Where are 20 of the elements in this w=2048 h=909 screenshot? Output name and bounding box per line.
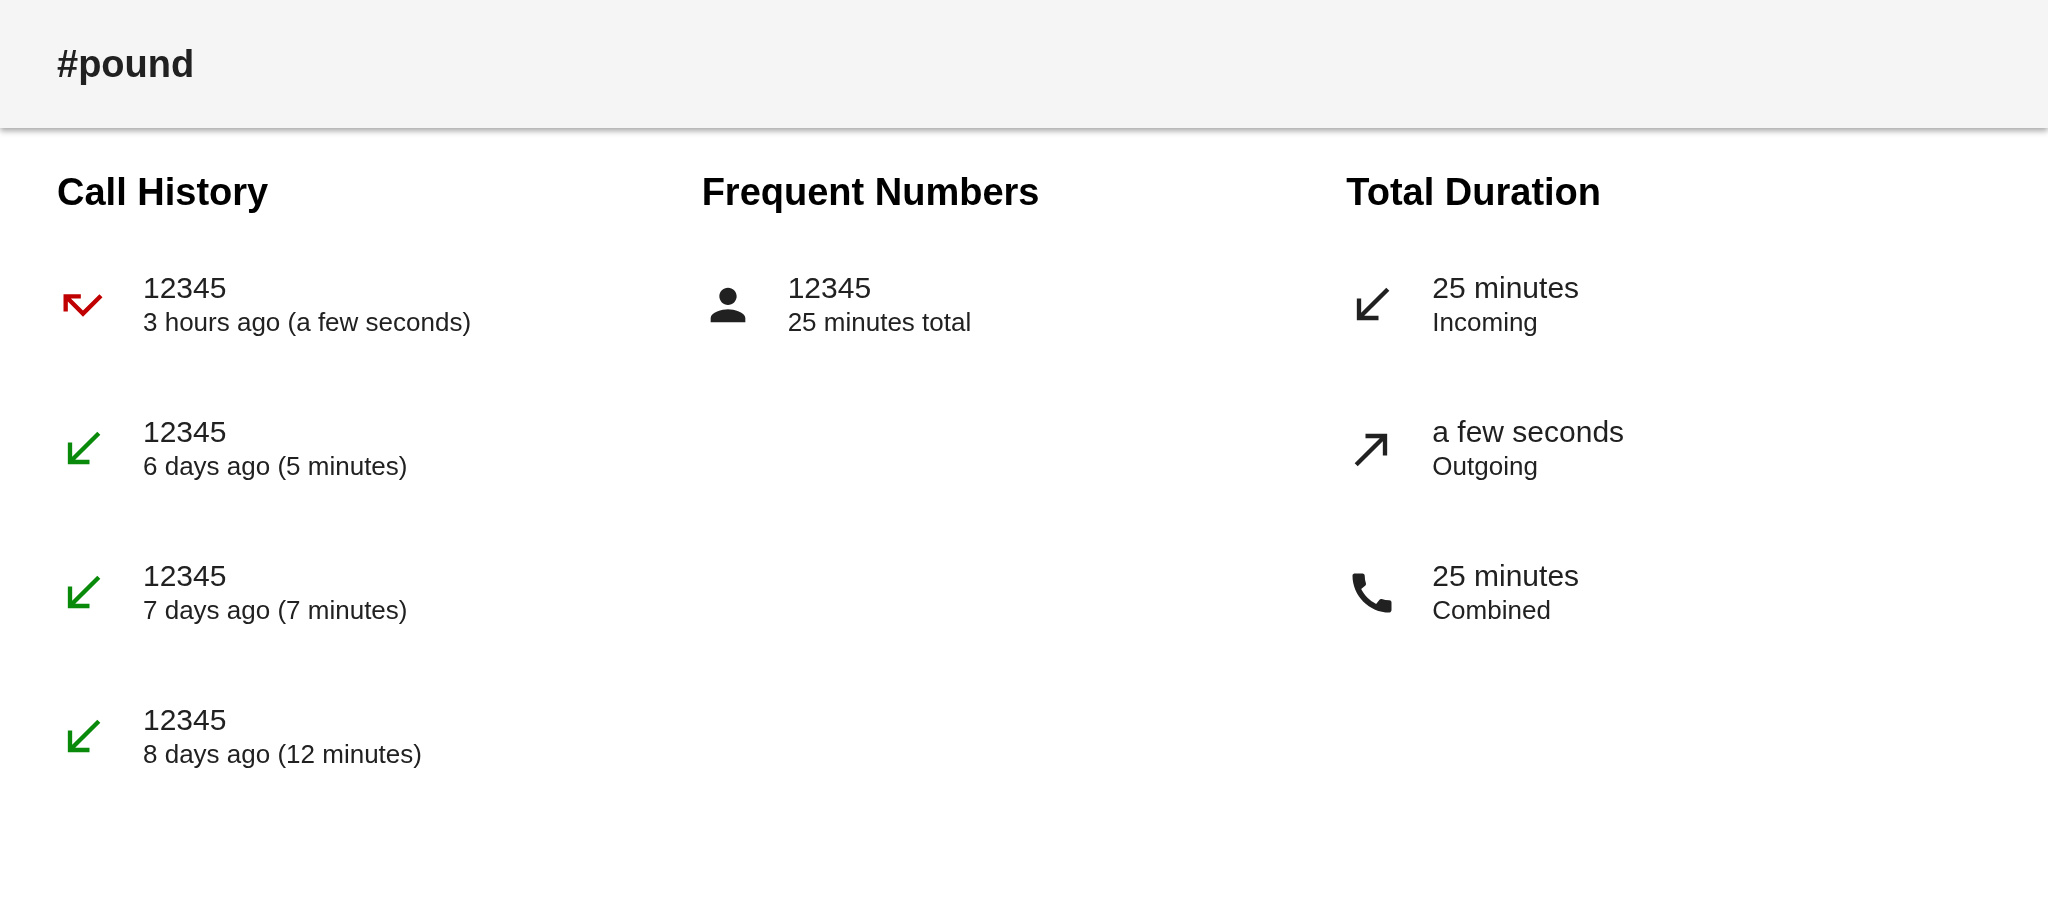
item-primary-text: 25 minutes — [1432, 269, 1580, 306]
item-primary-text: a few seconds — [1432, 413, 1625, 450]
item-secondary-text: 6 days ago (5 minutes) — [143, 449, 408, 483]
item-primary-text: 12345 — [787, 269, 873, 306]
item-secondary-text: Incoming — [1432, 305, 1539, 339]
item-secondary-text: 8 days ago (12 minutes) — [143, 737, 422, 771]
item-primary-text: 12345 — [143, 413, 228, 450]
item-secondary-text: 25 minutes total — [787, 305, 972, 339]
section-title: Frequent Numbers — [701, 170, 1041, 215]
app-title: #pound — [57, 41, 195, 87]
item-secondary-text: Outgoing — [1432, 449, 1539, 483]
item-primary-text: 12345 — [143, 269, 228, 306]
item-secondary-text: 3 hours ago (a few seconds) — [143, 305, 472, 339]
item-secondary-text: Combined — [1432, 593, 1552, 627]
section-title: Total Duration — [1346, 170, 1603, 215]
item-primary-text: 12345 — [143, 701, 228, 738]
section-title: Call History — [57, 170, 270, 215]
item-secondary-text: 7 days ago (7 minutes) — [143, 593, 408, 627]
item-primary-text: 25 minutes — [1432, 557, 1580, 594]
item-primary-text: 12345 — [143, 557, 228, 594]
